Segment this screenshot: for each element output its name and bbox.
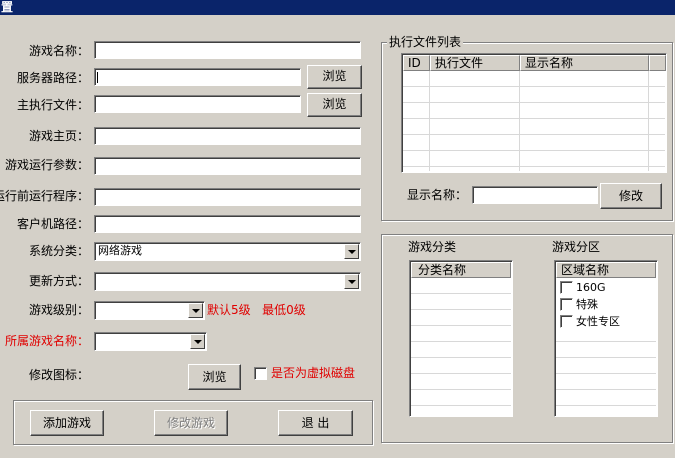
server-path-browse-button[interactable]: 浏览: [307, 65, 362, 89]
level-hint: 默认5级 最低0级: [207, 303, 306, 317]
run-params-label: 游戏运行参数：: [4, 158, 89, 172]
exe-list-title: 执行文件列表: [387, 35, 464, 49]
exit-button[interactable]: 退 出: [278, 410, 353, 436]
update-mode-label: 更新方式：: [28, 274, 89, 288]
run-params-field[interactable]: [94, 157, 361, 175]
pre-run-field[interactable]: [94, 188, 361, 206]
text-caret: [97, 72, 98, 83]
main-exe-browse-button[interactable]: 浏览: [307, 93, 362, 117]
zones-title: 游戏分区: [550, 240, 603, 254]
chevron-down-icon[interactable]: [344, 244, 359, 259]
zone-checkbox[interactable]: [560, 297, 573, 311]
display-name-label: 显示名称：: [407, 188, 468, 202]
icon-label: 修改图标：: [28, 368, 89, 382]
column-header-display-name[interactable]: 显示名称: [520, 55, 649, 71]
virtual-disk-checkbox[interactable]: [254, 367, 267, 380]
client-path-label: 客户机路径：: [16, 217, 89, 231]
homepage-field[interactable]: [94, 127, 361, 145]
zone-list[interactable]: 区域名称 160G 特殊 女性专区: [554, 260, 658, 417]
zone-item-label: 特殊: [576, 298, 598, 311]
column-header-filler: [649, 55, 666, 71]
homepage-label: 游戏主页：: [28, 129, 89, 143]
virtual-disk-label: 是否为虚拟磁盘: [271, 366, 356, 380]
modify-game-button[interactable]: 修改游戏: [154, 410, 228, 436]
window-title: 置: [0, 0, 675, 15]
column-divider: [519, 71, 520, 171]
chevron-down-icon[interactable]: [344, 274, 359, 289]
zone-item-160g[interactable]: 160G: [560, 280, 606, 296]
display-name-modify-button[interactable]: 修改: [600, 183, 662, 209]
parent-game-label: 所属游戏名称：: [4, 334, 89, 348]
column-divider: [429, 71, 430, 171]
category-label: 系统分类：: [28, 244, 89, 258]
parent-game-select[interactable]: [94, 332, 207, 351]
zone-checkbox[interactable]: [560, 280, 573, 294]
category-list[interactable]: 分类名称: [409, 260, 513, 417]
server-path-field[interactable]: [94, 68, 301, 86]
server-path-label: 服务器路径：: [16, 71, 89, 85]
game-name-field[interactable]: [94, 41, 361, 59]
category-list-rows: [411, 278, 511, 415]
chevron-down-icon[interactable]: [190, 334, 205, 349]
zone-item-label: 160G: [576, 281, 606, 294]
category-column-header[interactable]: 分类名称: [411, 262, 511, 278]
zone-checkbox[interactable]: [560, 314, 573, 328]
client-path-field[interactable]: [94, 215, 361, 233]
zone-item-female[interactable]: 女性专区: [560, 314, 620, 330]
column-header-id[interactable]: ID: [403, 55, 430, 71]
level-label: 游戏级别：: [28, 303, 89, 317]
level-select[interactable]: [94, 301, 205, 320]
column-divider: [648, 71, 649, 171]
exe-list-rows: [403, 71, 665, 171]
main-exe-label: 主执行文件：: [16, 98, 89, 112]
exe-list-table[interactable]: ID 执行文件 显示名称: [401, 53, 667, 173]
zone-item-label: 女性专区: [576, 315, 620, 328]
main-exe-field[interactable]: [94, 95, 301, 113]
pre-run-label: 运行前运行程序：: [0, 189, 89, 203]
add-game-button[interactable]: 添加游戏: [30, 410, 104, 436]
zone-item-special[interactable]: 特殊: [560, 297, 598, 313]
display-name-field[interactable]: [472, 186, 598, 204]
category-select[interactable]: 网络游戏: [94, 242, 361, 261]
column-header-exe[interactable]: 执行文件: [430, 55, 520, 71]
update-mode-select[interactable]: [94, 272, 361, 291]
game-name-label: 游戏名称：: [28, 44, 89, 58]
category-select-value: 网络游戏: [98, 244, 142, 257]
icon-browse-button[interactable]: 浏览: [188, 364, 241, 390]
zone-column-header[interactable]: 区域名称: [556, 262, 656, 278]
chevron-down-icon[interactable]: [188, 303, 203, 318]
categories-title: 游戏分类: [406, 240, 459, 254]
